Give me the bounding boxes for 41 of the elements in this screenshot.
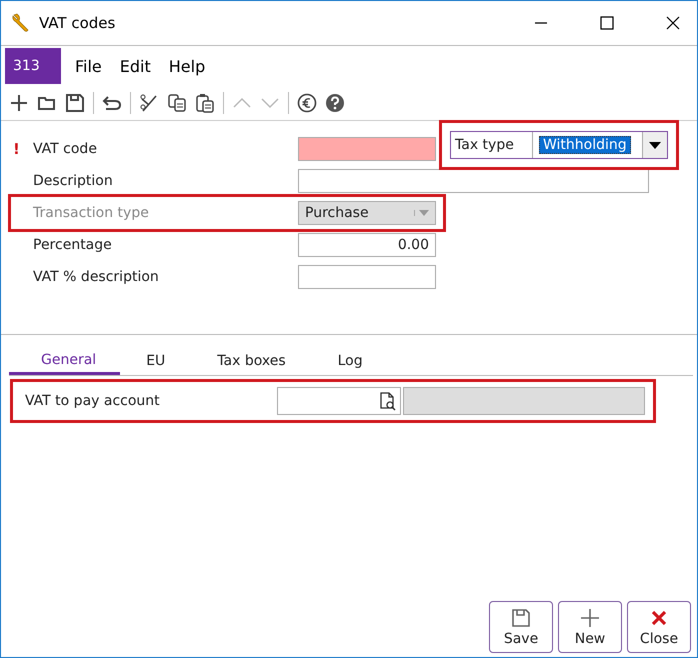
help-icon[interactable]: [325, 93, 345, 113]
scissors-icon[interactable]: [139, 93, 159, 113]
input-field[interactable]: [298, 265, 436, 289]
plus-icon[interactable]: [9, 93, 29, 113]
menu-item[interactable]: Help: [168, 56, 206, 76]
menu-item[interactable]: File: [75, 56, 102, 76]
save-icon: [511, 608, 531, 628]
close-icon[interactable]: [665, 15, 681, 31]
field-label: VAT % description: [33, 269, 160, 285]
input-field[interactable]: [298, 169, 649, 193]
input-field[interactable]: [298, 137, 436, 161]
dropdown[interactable]: Tax type Withholding: [450, 131, 668, 159]
required-mark: !: [13, 140, 20, 158]
tab[interactable]: Tax boxes: [191, 347, 312, 375]
euro-icon[interactable]: [297, 93, 317, 113]
plus-icon: [580, 608, 600, 628]
dropdown-arrow-icon: [649, 142, 661, 148]
field-label: Transaction type: [33, 205, 150, 221]
toolbar-button[interactable]: Close: [627, 601, 691, 653]
tab[interactable]: General: [9, 347, 120, 375]
field-label: Tax type: [451, 132, 533, 158]
field-label: Percentage: [33, 237, 113, 253]
field-label: VAT to pay account: [25, 393, 161, 409]
tab[interactable]: EU: [120, 347, 192, 375]
toolbar-button[interactable]: New: [558, 601, 622, 653]
selected-value: Withholding: [539, 136, 631, 154]
wrench-icon: [11, 13, 31, 33]
copy-icon[interactable]: [167, 93, 187, 113]
toolbar-button[interactable]: Save: [489, 601, 553, 653]
field-label: VAT code: [33, 141, 98, 157]
field-label: Description: [33, 173, 114, 189]
menu-item[interactable]: Edit: [120, 56, 151, 76]
paste-icon[interactable]: [195, 93, 215, 113]
dropdown-arrow-icon: [414, 210, 429, 216]
input-field[interactable]: 0.00: [298, 233, 436, 257]
window-number-badge: 313: [5, 48, 61, 84]
window-title: VAT codes: [39, 14, 116, 32]
lookup-field[interactable]: [277, 387, 401, 415]
maximize-icon[interactable]: [599, 15, 615, 31]
tab[interactable]: Log: [312, 347, 389, 375]
save-icon[interactable]: [65, 93, 85, 113]
